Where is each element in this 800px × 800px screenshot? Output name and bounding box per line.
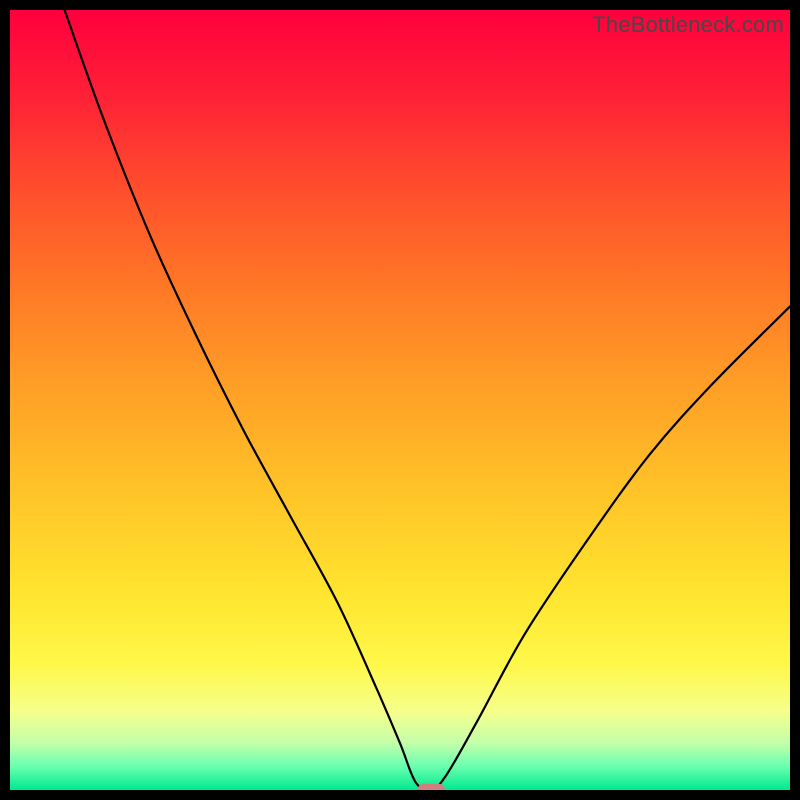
watermark-text: TheBottleneck.com xyxy=(592,12,784,38)
chart-frame: TheBottleneck.com xyxy=(10,10,790,790)
chart-background-gradient xyxy=(10,10,790,790)
